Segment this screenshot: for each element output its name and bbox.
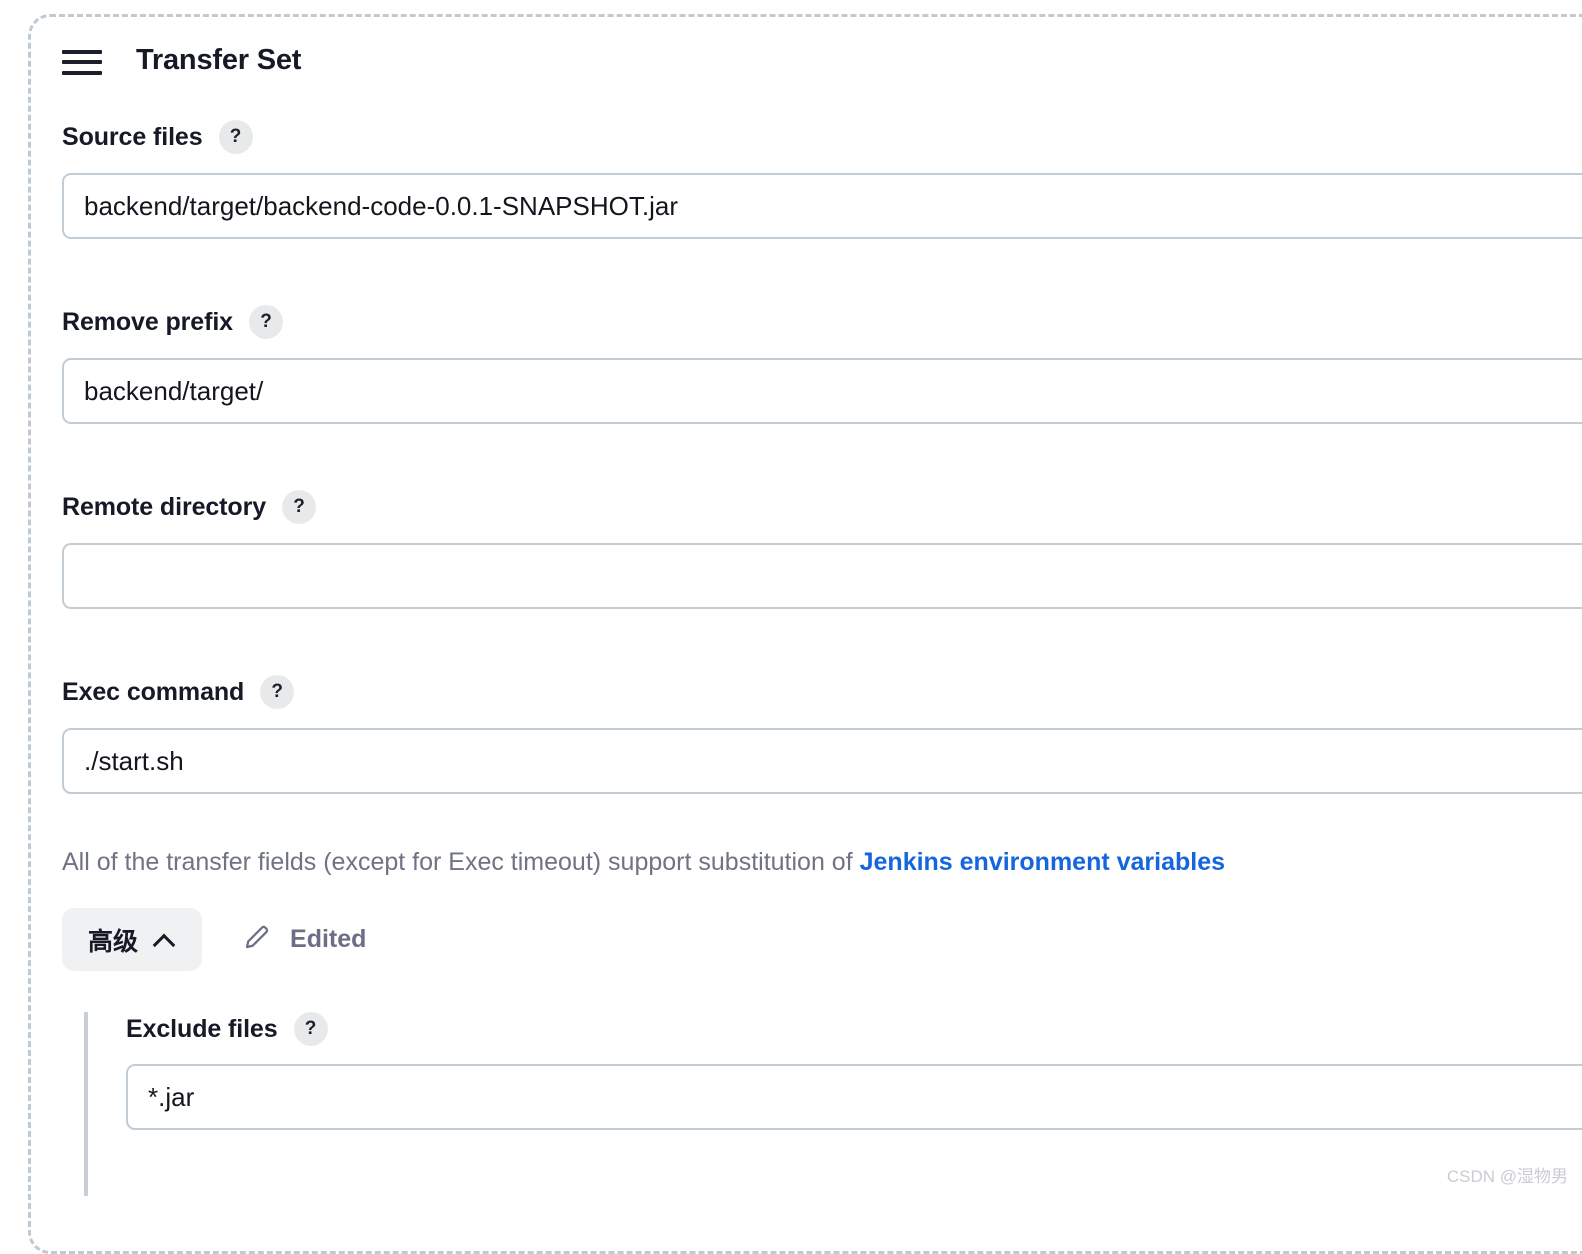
field-remote-directory: Remote directory ? bbox=[62, 490, 1582, 609]
page-header: Transfer Set bbox=[62, 44, 301, 77]
field-source-files: Source files ? bbox=[62, 120, 1582, 239]
transfer-set-page: Transfer Set Source files ? Remove prefi… bbox=[0, 0, 1582, 1254]
jenkins-environment-variables-link[interactable]: Jenkins environment variables bbox=[860, 848, 1225, 876]
exclude-files-label: Exclude files bbox=[126, 1014, 278, 1043]
advanced-toggle-button[interactable]: 高级 bbox=[62, 908, 203, 971]
edited-label: Edited bbox=[290, 925, 367, 953]
field-remove-prefix: Remove prefix ? bbox=[62, 305, 1582, 424]
field-label-row: Exec command ? bbox=[62, 675, 1582, 709]
help-icon-exec-command[interactable]: ? bbox=[260, 675, 295, 709]
field-exec-command: Exec command ? bbox=[62, 675, 1582, 794]
advanced-panel: Exclude files ? bbox=[84, 1012, 1582, 1196]
advanced-toggle-row: 高级 Edited bbox=[62, 908, 366, 971]
pencil-icon bbox=[242, 922, 272, 957]
help-icon-remove-prefix[interactable]: ? bbox=[249, 305, 283, 339]
helper-text-prefix: All of the transfer fields (except for E… bbox=[62, 848, 860, 876]
remove-prefix-input[interactable] bbox=[62, 358, 1582, 424]
exec-command-input[interactable] bbox=[62, 728, 1582, 794]
hamburger-icon[interactable] bbox=[62, 47, 102, 75]
edited-status: Edited bbox=[242, 922, 366, 957]
exec-command-label: Exec command bbox=[62, 677, 245, 706]
chevron-up-icon bbox=[154, 933, 176, 946]
exclude-files-input[interactable] bbox=[126, 1064, 1582, 1130]
field-label-row: Remote directory ? bbox=[62, 490, 1582, 524]
source-files-input[interactable] bbox=[62, 173, 1582, 239]
field-label-row: Exclude files ? bbox=[126, 1012, 1582, 1046]
advanced-toggle-label: 高级 bbox=[88, 927, 139, 956]
remote-directory-input[interactable] bbox=[62, 543, 1582, 609]
help-icon-source-files[interactable]: ? bbox=[218, 120, 253, 154]
field-label-row: Remove prefix ? bbox=[62, 305, 1582, 339]
substitution-helper-text: All of the transfer fields (except for E… bbox=[62, 848, 1225, 877]
remove-prefix-label: Remove prefix bbox=[62, 307, 233, 336]
csdn-watermark: CSDN @湿物男 bbox=[1446, 1167, 1568, 1186]
help-icon-exclude-files[interactable]: ? bbox=[293, 1012, 328, 1046]
source-files-label: Source files bbox=[62, 122, 203, 151]
remote-directory-label: Remote directory bbox=[62, 492, 267, 521]
page-title: Transfer Set bbox=[136, 44, 302, 76]
help-icon-remote-directory[interactable]: ? bbox=[282, 490, 317, 524]
field-label-row: Source files ? bbox=[62, 120, 1582, 154]
